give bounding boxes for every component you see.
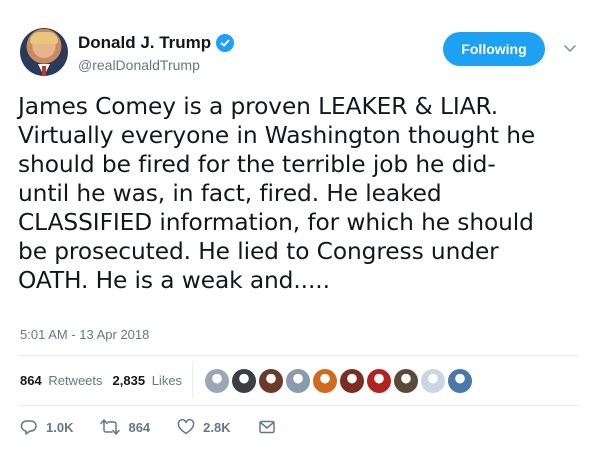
tweet-header: Donald J. Trump @realDonaldTrump Followi… (20, 28, 580, 78)
direct-message-button[interactable] (258, 418, 276, 436)
reply-button[interactable]: 1.0K (20, 418, 73, 436)
retweet-icon (100, 418, 121, 436)
tweet-text: James Comey is a proven LEAKER & LIAR. V… (18, 92, 578, 295)
name-row: Donald J. Trump (78, 33, 235, 53)
envelope-icon (258, 418, 276, 436)
tweet-actions: 1.0K 864 2.8K (20, 418, 303, 436)
tweet-line: James Comey is a proven LEAKER & LIAR. (18, 93, 499, 120)
tweet-line: CLASSIFIED information, for which he sho… (18, 209, 534, 236)
retweets-label: Retweets (48, 373, 103, 388)
avatar-hair (30, 32, 58, 44)
tweet-line: should be fired for the terrible job he … (18, 151, 496, 178)
liker-avatar[interactable] (232, 369, 256, 393)
liker-avatar[interactable] (340, 369, 364, 393)
liker-avatar[interactable] (313, 369, 337, 393)
liker-avatar[interactable] (448, 369, 472, 393)
like-count: 2.8K (203, 419, 231, 435)
heart-icon (177, 418, 195, 436)
liker-avatar[interactable] (259, 369, 283, 393)
likes-count: 2,835 (112, 373, 146, 388)
likes-stat[interactable]: 2,835 Likes (113, 373, 183, 388)
retweet-count: 864 (128, 419, 151, 435)
retweet-button[interactable]: 864 (100, 418, 150, 436)
liker-avatar[interactable] (205, 369, 229, 393)
tweet-line: Virtually everyone in Washington thought… (18, 122, 536, 149)
tweet-line: OATH. He is a weak and..... (18, 267, 330, 294)
liker-avatar[interactable] (286, 369, 310, 393)
display-name[interactable]: Donald J. Trump (78, 33, 211, 53)
liker-avatar[interactable] (367, 369, 391, 393)
tweet-timestamp[interactable]: 5:01 AM - 13 Apr 2018 (20, 327, 149, 342)
divider (18, 355, 578, 356)
following-button[interactable]: Following (443, 32, 545, 66)
tweet-line: until he was, in fact, fired. He leaked (18, 180, 442, 207)
divider (18, 405, 578, 406)
like-button[interactable]: 2.8K (177, 418, 231, 436)
likes-label: Likes (151, 373, 183, 388)
liker-avatar[interactable] (421, 369, 445, 393)
reply-icon (20, 418, 38, 436)
liker-avatar[interactable] (394, 369, 418, 393)
stats-separator (192, 362, 193, 398)
user-handle[interactable]: @realDonaldTrump (78, 57, 200, 73)
tweet-line: be prosecuted. He lied to Congress under (18, 238, 499, 265)
engagement-stats: 864 Retweets 2,835 Likes (20, 373, 192, 388)
retweets-stat[interactable]: 864 Retweets (20, 373, 103, 388)
reply-count: 1.0K (46, 419, 74, 435)
retweets-count: 864 (20, 373, 42, 388)
verified-badge-icon (216, 34, 235, 52)
profile-avatar[interactable] (20, 28, 68, 76)
chevron-down-icon[interactable] (562, 40, 578, 56)
avatar-tie (42, 66, 46, 76)
liker-avatars (205, 369, 472, 393)
